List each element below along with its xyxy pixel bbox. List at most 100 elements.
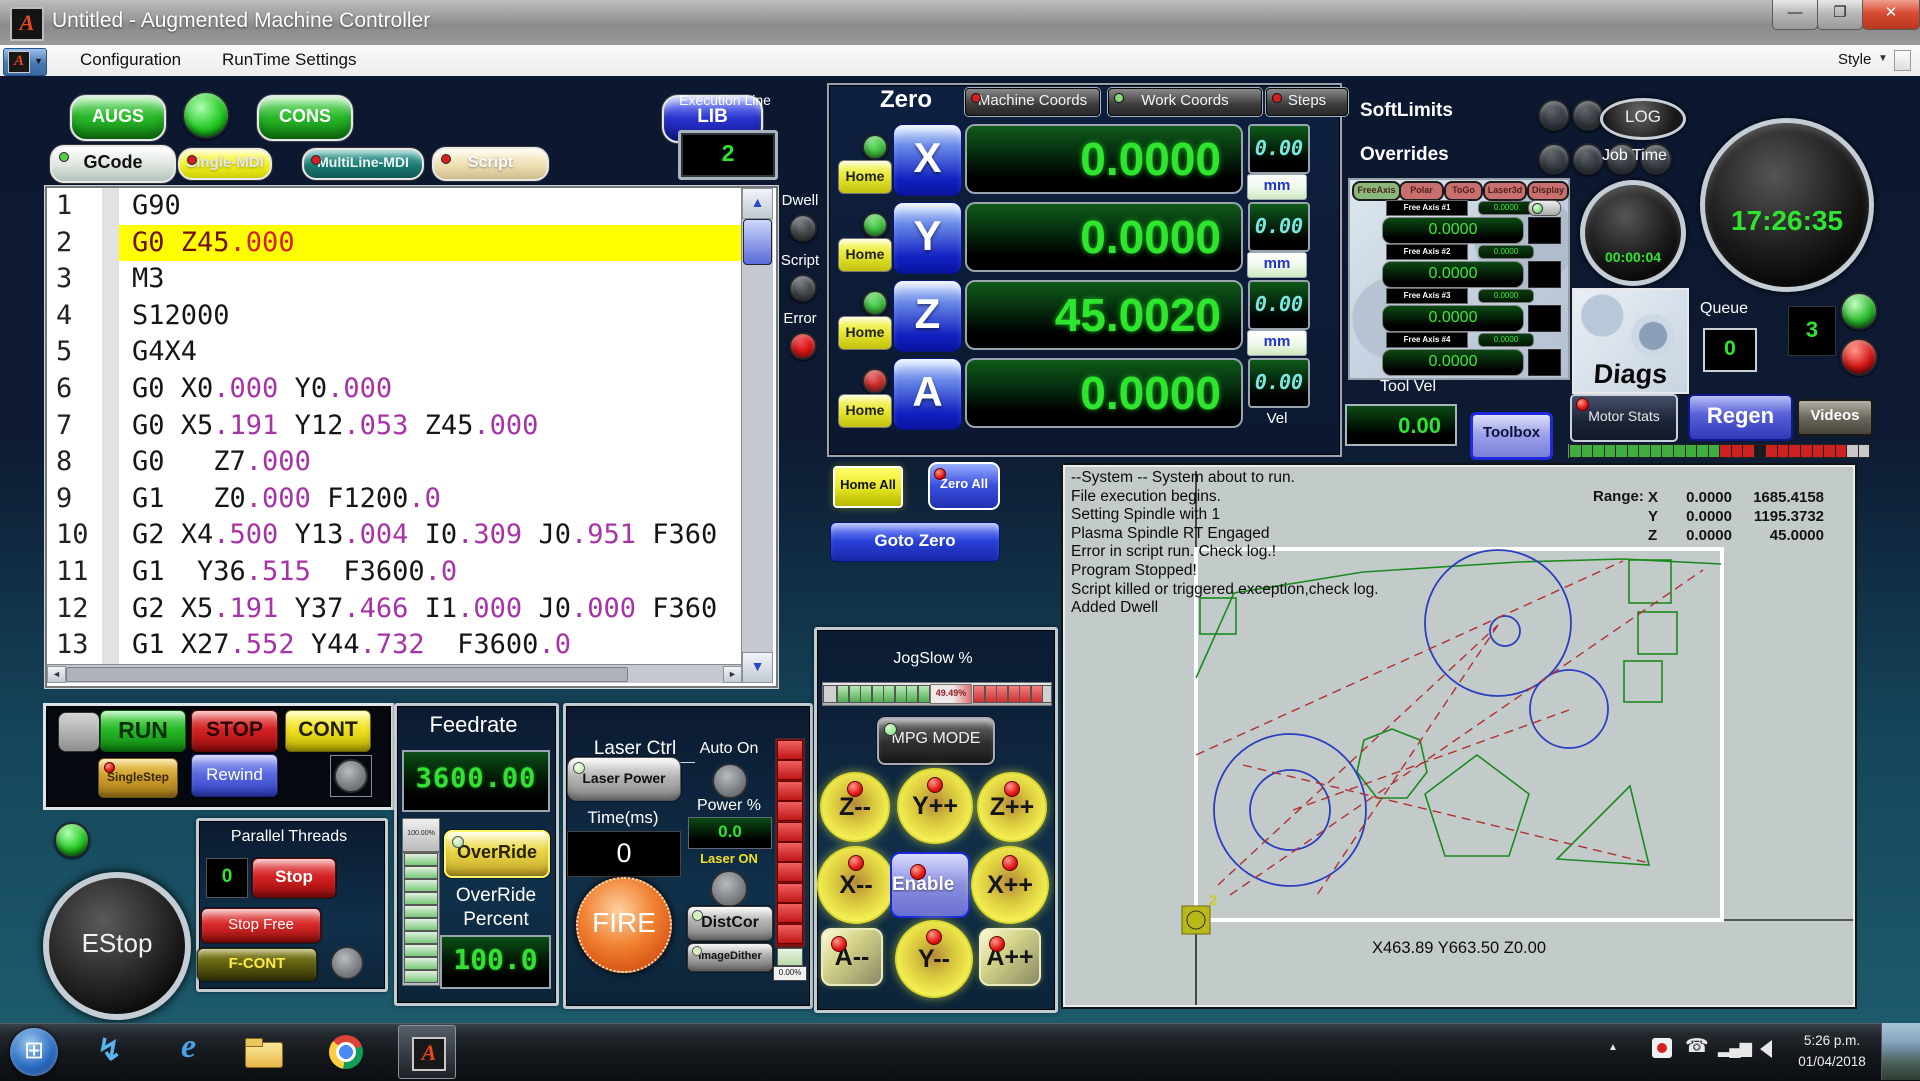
- scroll-left-icon[interactable]: ◄: [47, 666, 66, 683]
- style-menu[interactable]: Style: [1838, 51, 1871, 68]
- gcode-line[interactable]: 10G2 X4.500 Y13.004 I0.309 J0.951 F360: [47, 517, 741, 554]
- tab-multiline-mdi[interactable]: MultiLine-MDI: [302, 148, 424, 180]
- vertical-scrollbar[interactable]: ▲ ▼: [741, 188, 773, 682]
- freeaxis-tab-polar[interactable]: Polar: [1399, 181, 1444, 201]
- home-all-button[interactable]: Home All: [833, 466, 903, 508]
- tray-expand-icon[interactable]: ▲: [1608, 1042, 1618, 1053]
- jog-amm-button[interactable]: A--: [821, 928, 883, 986]
- regen-button[interactable]: Regen: [1688, 394, 1793, 441]
- gcode-line[interactable]: 8G0 Z7.000: [47, 444, 741, 481]
- coord-tab-steps[interactable]: Steps: [1266, 88, 1348, 116]
- auto-on-toggle[interactable]: [712, 763, 748, 799]
- feed-slider-cap[interactable]: 100.00%: [402, 818, 440, 852]
- coord-tab-work-coords[interactable]: Work Coords: [1108, 88, 1262, 116]
- scrollbar-thumb[interactable]: [743, 219, 772, 265]
- gcode-line[interactable]: 2G0 Z45.000: [47, 225, 741, 262]
- jog-zpp-button[interactable]: Z++: [977, 772, 1047, 842]
- quick-launch-icon[interactable]: ↯: [86, 1028, 133, 1075]
- start-button[interactable]: ⊞: [10, 1028, 58, 1076]
- phone-tray-icon[interactable]: ☎: [1685, 1035, 1709, 1058]
- gcode-line[interactable]: 12G2 X5.191 Y37.466 I1.000 J0.000 F360: [47, 591, 741, 628]
- cons-button[interactable]: CONS: [257, 95, 353, 141]
- freeaxis-toggle[interactable]: [1528, 200, 1561, 216]
- fire-button[interactable]: FIRE: [576, 877, 672, 973]
- axis-y-button[interactable]: Y: [893, 202, 962, 274]
- reset-button[interactable]: [58, 712, 100, 752]
- unit-y-button[interactable]: mm: [1247, 252, 1307, 278]
- gcode-line[interactable]: 9G1 Z0.000 F1200.0: [47, 481, 741, 518]
- estop-button[interactable]: EStop: [43, 872, 191, 1020]
- axis-a-button[interactable]: A: [893, 358, 962, 430]
- cycle-button[interactable]: [334, 759, 368, 793]
- jog-app-button[interactable]: A++: [979, 928, 1041, 986]
- axis-x-button[interactable]: X: [893, 124, 962, 196]
- jog-enable-button[interactable]: Enable: [890, 852, 970, 918]
- coord-tab-machine-coords[interactable]: Machine Coords: [965, 88, 1100, 116]
- action-center-icon[interactable]: [1652, 1038, 1672, 1058]
- internet-explorer-icon[interactable]: e: [165, 1028, 212, 1075]
- diags-button[interactable]: Diags: [1572, 288, 1689, 394]
- run-button[interactable]: RUN: [100, 710, 186, 752]
- laser-power-bar[interactable]: [775, 738, 805, 948]
- taskbar-clock[interactable]: 5:26 p.m. 01/04/2018: [1786, 1030, 1878, 1074]
- gcode-line[interactable]: 11G1 Y36.515 F3600.0: [47, 554, 741, 591]
- videos-button[interactable]: Videos: [1797, 399, 1873, 436]
- axis-z-button[interactable]: Z: [893, 280, 962, 352]
- style-page-icon[interactable]: [1894, 50, 1911, 71]
- unit-z-button[interactable]: mm: [1247, 330, 1307, 356]
- cont-button[interactable]: CONT: [285, 710, 371, 752]
- jog-zmm-button[interactable]: Z--: [820, 772, 890, 842]
- gcode-line[interactable]: 3M3: [47, 261, 741, 298]
- home-x-button[interactable]: Home: [838, 160, 892, 194]
- file-explorer-icon[interactable]: [239, 1028, 286, 1075]
- rewind-button[interactable]: Rewind: [191, 754, 278, 797]
- feed-slider-track[interactable]: [402, 852, 440, 986]
- amc-taskbar-button[interactable]: A: [398, 1025, 456, 1079]
- jog-xmm-button[interactable]: X--: [817, 846, 895, 924]
- f-cont-toggle[interactable]: [330, 946, 364, 980]
- f-cont-button[interactable]: F-CONT: [197, 948, 317, 981]
- gcode-listing[interactable]: 1G902G0 Z45.0003M34S120005G4X46G0 X0.000…: [45, 186, 778, 688]
- slider-handle[interactable]: 49.49%: [930, 684, 972, 704]
- desktop-peek-photo[interactable]: [1881, 1023, 1920, 1080]
- volume-icon[interactable]: [1760, 1040, 1772, 1058]
- laser-power-button[interactable]: Laser Power: [567, 757, 681, 801]
- home-a-button[interactable]: Home: [838, 394, 892, 428]
- laser-on-toggle[interactable]: [710, 870, 748, 908]
- thread-stop-button[interactable]: Stop: [252, 858, 336, 898]
- toolbox-button[interactable]: Toolbox: [1470, 412, 1553, 460]
- menu-configuration[interactable]: Configuration: [80, 50, 181, 70]
- hscrollbar-thumb[interactable]: [66, 667, 628, 682]
- home-z-button[interactable]: Home: [838, 316, 892, 350]
- tab-gcode[interactable]: GCode: [50, 145, 176, 183]
- network-signal-icon[interactable]: ▂▄▆: [1718, 1038, 1751, 1058]
- scroll-up-icon[interactable]: ▲: [742, 188, 773, 219]
- jogslow-slider[interactable]: 49.49%: [822, 682, 1052, 706]
- stop-button[interactable]: STOP: [191, 710, 278, 752]
- jog-ypp-button[interactable]: Y++: [897, 768, 973, 844]
- gcode-line[interactable]: 7G0 X5.191 Y12.053 Z45.000: [47, 408, 741, 445]
- gcode-line[interactable]: 1G90: [47, 188, 741, 225]
- freeaxis-tab-freeaxis[interactable]: FreeAxis: [1352, 181, 1401, 201]
- app-menu-button[interactable]: A ▼: [3, 48, 47, 76]
- gcode-line[interactable]: 4S12000: [47, 298, 741, 335]
- chrome-icon[interactable]: [322, 1028, 369, 1075]
- unit-x-button[interactable]: mm: [1247, 174, 1307, 200]
- gcode-line[interactable]: 13G1 X27.552 Y44.732 F3600.0: [47, 627, 741, 664]
- log-button[interactable]: LOG: [1600, 98, 1686, 140]
- maximize-button[interactable]: ❐: [1817, 0, 1863, 30]
- scroll-down-icon[interactable]: ▼: [742, 652, 773, 683]
- freeaxis-tab-togo[interactable]: ToGo: [1444, 181, 1483, 201]
- toolpath-display[interactable]: 2 --System -- System about to run.File e…: [1061, 463, 1857, 1009]
- stop-free-button[interactable]: Stop Free: [201, 908, 321, 943]
- tab-script[interactable]: Script: [432, 147, 549, 181]
- dro-y-display[interactable]: 0.0000: [965, 202, 1243, 272]
- freeaxis-tab-display[interactable]: Display: [1527, 181, 1569, 201]
- gcode-line[interactable]: 5G4X4: [47, 334, 741, 371]
- freeaxis-tab-laser3d[interactable]: Laser3d: [1483, 181, 1527, 201]
- dro-x-display[interactable]: 0.0000: [965, 124, 1243, 194]
- jog-xpp-button[interactable]: X++: [971, 846, 1049, 924]
- augs-button[interactable]: AUGS: [70, 95, 166, 141]
- dro-z-display[interactable]: 45.0020: [965, 280, 1243, 350]
- home-y-button[interactable]: Home: [838, 238, 892, 272]
